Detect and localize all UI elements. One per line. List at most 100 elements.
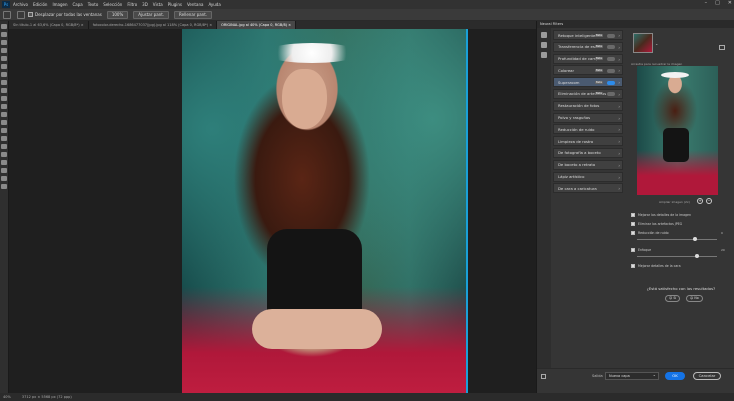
ok-button[interactable]: OK — [665, 372, 685, 380]
tab-document-1[interactable]: Sin título-1 al 63,6% (Capa 0, RGB/8*) × — [9, 21, 89, 29]
filter-item-superzoom[interactable]: Superzoom Beta › — [553, 77, 623, 88]
filter-toggle-on[interactable] — [607, 80, 615, 85]
user-icon[interactable] — [541, 42, 547, 48]
filter-item-polvo[interactable]: Polvo y rasguños › — [553, 112, 623, 123]
superzoom-preview[interactable] — [637, 66, 718, 195]
lasso-tool-icon[interactable] — [1, 40, 7, 45]
eraser-tool-icon[interactable] — [1, 112, 7, 117]
hand-tool-icon[interactable] — [17, 10, 25, 19]
zoom-in-icon[interactable]: + — [697, 198, 703, 204]
filter-toggle[interactable] — [607, 92, 615, 97]
filter-toggle[interactable] — [607, 57, 615, 62]
move-tool-icon[interactable] — [1, 24, 7, 29]
filter-item-profundidad[interactable]: Profundidad de campo Beta › — [553, 53, 623, 64]
filter-item-restauracion[interactable]: Restauración de fotos › — [553, 100, 623, 111]
zoom-out-icon[interactable]: − — [706, 198, 712, 204]
feedback-yes-button[interactable]: ☺ Sí — [665, 295, 681, 302]
filter-item-foto-boceto[interactable]: De fotografía a boceto › — [553, 147, 623, 158]
menu-item-filtro[interactable]: Filtro — [127, 2, 137, 7]
fit-screen-button[interactable]: Ajustar pant. — [133, 10, 170, 19]
filter-item-ruido[interactable]: Reducción de ruido › — [553, 124, 623, 135]
crop-tool-icon[interactable] — [1, 56, 7, 61]
eyedropper-tool-icon[interactable] — [1, 72, 7, 77]
history-brush-tool-icon[interactable] — [1, 104, 7, 109]
path-select-tool-icon[interactable] — [1, 160, 7, 165]
tab-document-2[interactable]: fotocolor-derecho-1686477037(jpg).jpg al… — [89, 21, 218, 29]
zoom-value-button[interactable]: 100% — [106, 10, 129, 19]
menu-item-edicion[interactable]: Edición — [33, 2, 47, 7]
brush-tool-icon[interactable] — [1, 88, 7, 93]
menu-item-imagen[interactable]: Imagen — [52, 2, 67, 7]
minimize-icon[interactable]: – — [705, 0, 708, 6]
menu-item-seleccion[interactable]: Selección — [103, 2, 122, 7]
pen-tool-icon[interactable] — [1, 144, 7, 149]
canvas-area[interactable] — [9, 29, 536, 397]
menu-item-archivo[interactable]: Archivo — [13, 2, 28, 7]
show-original-icon[interactable] — [541, 374, 546, 379]
face-details-checkbox[interactable] — [631, 264, 635, 268]
filter-item-retoque[interactable]: Retoque inteligente Beta › — [553, 30, 623, 40]
quick-select-tool-icon[interactable] — [1, 48, 7, 53]
tab-document-3[interactable]: ORIGINAL.jpg al 40% (Capa 0, RGB/8) × — [217, 21, 297, 29]
menu-item-ventana[interactable]: Ventana — [187, 2, 203, 7]
chevron-down-icon[interactable]: ⌄ — [655, 41, 658, 46]
type-tool-icon[interactable] — [1, 152, 7, 157]
output-select[interactable]: Nueva capa — [605, 372, 659, 380]
zoom-tool-icon[interactable] — [1, 184, 7, 189]
filter-item-colorear[interactable]: Colorear Beta › — [553, 65, 623, 76]
preview-thumbnail[interactable] — [633, 33, 653, 53]
chevron-right-icon: › — [618, 162, 620, 168]
sharpen-checkbox[interactable] — [631, 248, 635, 252]
menu-item-3d[interactable]: 3D — [142, 2, 148, 7]
filter-toggle[interactable] — [607, 45, 615, 50]
fill-screen-button[interactable]: Rellenar pant. — [174, 10, 213, 19]
noise-checkbox[interactable] — [631, 231, 635, 235]
menu-item-plugins[interactable]: Plugins — [168, 2, 182, 7]
filter-item-artefactos[interactable]: Eliminación de artefactos Beta › — [553, 88, 623, 99]
filter-item-boceto-retrato[interactable]: De boceto a retrato › — [553, 159, 623, 170]
shape-tool-icon[interactable] — [1, 168, 7, 173]
sharpen-label: Enfoque — [638, 248, 652, 252]
filter-item-caricatura[interactable]: De cara a caricatura › — [553, 183, 623, 194]
feedback-no-button[interactable]: ☹ No — [686, 295, 703, 302]
gradient-tool-icon[interactable] — [1, 120, 7, 125]
cancel-button[interactable]: Cancelar — [693, 372, 721, 380]
dodge-tool-icon[interactable] — [1, 136, 7, 141]
menu-item-texto[interactable]: Texto — [88, 2, 99, 7]
frame-tool-icon[interactable] — [1, 64, 7, 69]
filter-label: Superzoom — [558, 79, 580, 85]
layers-icon[interactable] — [719, 45, 725, 50]
maximize-icon[interactable]: □ — [715, 0, 720, 6]
enhance-details-checkbox[interactable] — [631, 213, 635, 217]
remove-artifacts-checkbox[interactable] — [631, 222, 635, 226]
menu-item-ayuda[interactable]: Ayuda — [208, 2, 220, 7]
marquee-tool-icon[interactable] — [1, 32, 7, 37]
blur-tool-icon[interactable] — [1, 128, 7, 133]
noise-slider-knob[interactable] — [693, 237, 697, 241]
menu-item-vista[interactable]: Vista — [153, 2, 163, 7]
close-icon[interactable]: ✕ — [728, 0, 732, 6]
filter-item-transferencia[interactable]: Transferencia de estilo Beta › — [553, 41, 623, 52]
healing-tool-icon[interactable] — [1, 80, 7, 85]
filter-label: Restauración de fotos — [558, 103, 600, 109]
add-to-selection-icon[interactable] — [541, 32, 547, 38]
preview-flower-crown — [661, 72, 689, 78]
sharpen-slider-knob[interactable] — [694, 254, 699, 258]
filter-toggle[interactable] — [607, 68, 615, 73]
sharpen-value: 20 — [721, 248, 725, 252]
neural-filters-panel: Neural Filters Retoque inteligente Beta › … — [536, 21, 734, 393]
sharpen-slider[interactable] — [637, 254, 717, 258]
filter-item-limpieza[interactable]: Limpieza de rostro › — [553, 136, 623, 147]
filter-list-icon[interactable] — [541, 52, 547, 58]
status-zoom[interactable]: 40% — [3, 395, 11, 399]
menu-item-capa[interactable]: Capa — [73, 2, 83, 7]
filter-item-lapiz[interactable]: Lápiz artístico › — [553, 171, 623, 182]
document-photo[interactable] — [182, 29, 468, 397]
hand-tool-icon[interactable] — [1, 176, 7, 181]
home-icon[interactable] — [3, 10, 11, 19]
stamp-tool-icon[interactable] — [1, 96, 7, 101]
noise-slider[interactable] — [637, 237, 717, 241]
filter-toggle[interactable] — [607, 33, 615, 38]
scroll-all-label: Desplazar por todas las ventanas — [35, 12, 102, 17]
scroll-all-checkbox[interactable] — [28, 12, 33, 17]
